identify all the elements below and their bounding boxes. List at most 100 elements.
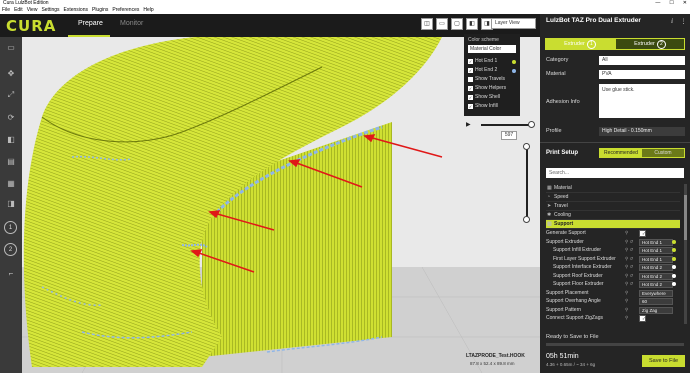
support-extruder-select[interactable]: Hot End 1 xyxy=(639,238,673,246)
link-icon[interactable]: ⚲ ↺ xyxy=(625,272,633,281)
open-file-icon[interactable]: ▭ xyxy=(4,41,18,53)
category-support[interactable]: ▥ Support xyxy=(546,220,680,229)
checkbox-icon[interactable] xyxy=(468,77,473,82)
tab-monitor[interactable]: Monitor xyxy=(120,20,143,27)
view-left-icon[interactable]: ◧ xyxy=(466,18,478,30)
checkbox-icon[interactable]: ✓ xyxy=(468,104,473,109)
link-icon[interactable]: ⚲ xyxy=(625,314,628,323)
view-3d-icon[interactable]: ◫ xyxy=(421,18,433,30)
info-icon[interactable]: ⅈ xyxy=(671,17,673,25)
play-icon[interactable]: ▶ xyxy=(466,121,471,128)
connect-zigzags-checkbox[interactable]: ✓ xyxy=(639,315,646,322)
support-pattern-select[interactable]: Zig Zag xyxy=(639,306,673,314)
tab-prepare[interactable]: Prepare xyxy=(78,20,103,27)
3d-viewport[interactable] xyxy=(22,37,540,373)
view-front-icon[interactable]: ▭ xyxy=(436,18,448,30)
layer-range-bottom-handle[interactable] xyxy=(523,216,530,223)
extruder-2-tool[interactable]: 2 xyxy=(4,243,17,256)
profile-select[interactable]: High Detail - 0.150mm xyxy=(599,127,685,136)
menu-plugins[interactable]: Plugins xyxy=(92,7,108,14)
link-icon[interactable]: ⚲ ↺ xyxy=(625,263,633,272)
setting-support-floor-extruder: Support Floor Extruder ⚲ ↺ Hot End 2 xyxy=(546,280,684,289)
color-scheme-select[interactable]: Material Color xyxy=(468,45,516,53)
support-placement-select[interactable]: Everywhere xyxy=(639,289,673,297)
link-icon[interactable]: ⚲ xyxy=(625,229,628,238)
multiply-icon[interactable]: ◨ xyxy=(4,197,18,209)
color-scheme-panel: Color scheme Material Color ✓ Hot End 1 ✓… xyxy=(464,34,520,116)
legend-show-helpers[interactable]: ✓ Show Helpers xyxy=(468,84,516,93)
material-icon: ▦ xyxy=(547,185,552,191)
color-scheme-title: Color scheme xyxy=(468,37,499,43)
view-mode-select[interactable]: Layer View xyxy=(491,18,536,29)
recommended-mode-button[interactable]: Recommended xyxy=(600,149,642,157)
link-icon[interactable]: ⚲ ↺ xyxy=(625,255,633,264)
more-icon[interactable]: ⋮ xyxy=(680,17,687,25)
legend-show-infill[interactable]: ✓ Show Infill xyxy=(468,102,516,111)
extruder-2-tab[interactable]: Extruder 2 xyxy=(615,38,685,50)
support-infill-extruder-select[interactable]: Hot End 1 xyxy=(639,247,673,254)
link-icon[interactable]: ⚲ xyxy=(625,297,628,306)
settings-scroll-thumb[interactable] xyxy=(684,195,687,240)
custom-mode-button[interactable]: Custom xyxy=(642,149,684,157)
window-controls: — ☐ ✕ xyxy=(655,0,687,7)
menu-preferences[interactable]: Preferences xyxy=(112,7,139,14)
view-camera-icon[interactable]: ⌐ xyxy=(4,267,18,279)
support-overhang-angle-input[interactable]: 60 xyxy=(639,298,673,305)
category-select[interactable]: All xyxy=(599,56,685,65)
rotate-tool-icon[interactable]: ⟳ xyxy=(4,111,18,123)
filament-usage: 4.36 + 0.65m / ~ 34 + 6g xyxy=(546,362,596,367)
checkbox-icon[interactable]: ✓ xyxy=(468,95,473,100)
legend-show-shell[interactable]: ✓ Show Shell xyxy=(468,93,516,102)
checkbox-icon[interactable]: ✓ xyxy=(468,59,473,64)
link-icon[interactable]: ⚲ xyxy=(625,306,628,315)
menu-view[interactable]: View xyxy=(27,7,38,14)
view-top-icon[interactable]: ▢ xyxy=(451,18,463,30)
menu-file[interactable]: File xyxy=(2,7,10,14)
maximize-button[interactable]: ☐ xyxy=(669,0,673,7)
legend-hot-end-2[interactable]: ✓ Hot End 2 xyxy=(468,66,516,75)
link-icon[interactable]: ⚲ ↺ xyxy=(625,246,633,255)
generate-support-checkbox[interactable]: ✓ xyxy=(639,230,646,237)
link-icon[interactable]: ⚲ ↺ xyxy=(625,238,633,247)
save-to-file-button[interactable]: Save to File xyxy=(642,355,685,367)
legend-hot-end-1[interactable]: ✓ Hot End 1 xyxy=(468,57,516,66)
adhesion-info-text: Use glue stick. xyxy=(599,84,685,118)
category-speed[interactable]: ◔ Speed xyxy=(546,193,680,202)
support-floor-extruder-select[interactable]: Hot End 2 xyxy=(639,281,673,288)
move-tool-icon[interactable]: ✥ xyxy=(4,67,18,79)
mirror-tool-icon[interactable]: ◧ xyxy=(4,133,18,145)
checkbox-icon[interactable]: ✓ xyxy=(468,68,473,73)
slider-handle[interactable] xyxy=(528,121,535,128)
printer-selector[interactable]: LulzBot TAZ Pro Dual Extruder xyxy=(546,17,641,24)
close-button[interactable]: ✕ xyxy=(683,0,687,7)
support-blocker-icon[interactable]: ▦ xyxy=(4,177,18,189)
layer-progress-slider[interactable] xyxy=(481,124,531,126)
checkbox-icon[interactable]: ✓ xyxy=(468,86,473,91)
extruder-1-tab[interactable]: Extruder 1 xyxy=(545,38,615,50)
menu-extensions[interactable]: Extensions xyxy=(64,7,88,14)
color-swatch xyxy=(512,69,516,73)
category-cooling[interactable]: ✱ Cooling xyxy=(546,211,680,220)
layer-range-slider[interactable] xyxy=(526,145,528,219)
settings-search-input[interactable]: Search... xyxy=(546,168,684,178)
menu-settings[interactable]: Settings xyxy=(41,7,59,14)
menu-edit[interactable]: Edit xyxy=(14,7,23,14)
category-travel[interactable]: ➤ Travel xyxy=(546,202,680,211)
extruder-1-tool[interactable]: 1 xyxy=(4,221,17,234)
material-select[interactable]: PVA xyxy=(599,70,685,79)
scale-tool-icon[interactable]: ⤢ xyxy=(4,89,18,101)
per-model-settings-icon[interactable]: ▤ xyxy=(4,155,18,167)
layer-range-top-handle[interactable] xyxy=(523,143,530,150)
cura-logo: CURA xyxy=(6,17,57,35)
first-layer-support-extruder-select[interactable]: Hot End 1 xyxy=(639,255,673,263)
support-interface-extruder-select[interactable]: Hot End 2 xyxy=(639,264,673,271)
category-material[interactable]: ▦ Material xyxy=(546,184,680,193)
link-icon[interactable]: ⚲ ↺ xyxy=(625,280,633,289)
support-roof-extruder-select[interactable]: Hot End 2 xyxy=(639,272,673,280)
link-icon[interactable]: ⚲ xyxy=(625,289,628,298)
menu-help[interactable]: Help xyxy=(143,7,153,14)
legend-show-travels[interactable]: Show Travels xyxy=(468,75,516,84)
minimize-button[interactable]: — xyxy=(655,0,660,7)
window-title: Cura LulzBot Edition xyxy=(3,0,49,6)
layer-number-input[interactable]: 597 xyxy=(501,131,517,140)
